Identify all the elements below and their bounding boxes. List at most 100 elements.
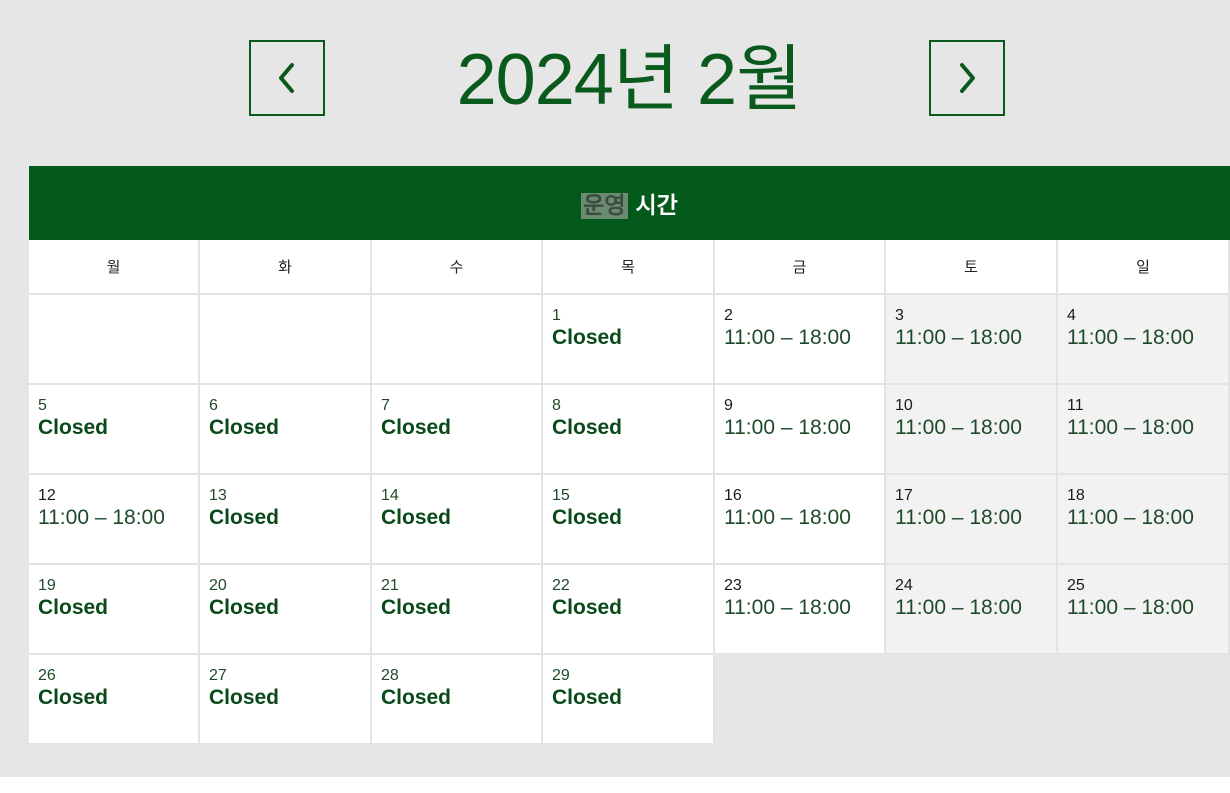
opening-hours: 11:00 – 18:00 <box>1067 416 1194 439</box>
calendar-day-cell[interactable]: 17 11:00 – 18:00 <box>886 475 1058 565</box>
day-number: 13 <box>209 487 227 504</box>
empty-day-cell <box>200 295 372 385</box>
calendar-day-cell[interactable]: 25 11:00 – 18:00 <box>1058 565 1230 655</box>
calendar-day-cell[interactable]: 2 11:00 – 18:00 <box>715 295 886 385</box>
calendar-day-cell[interactable]: 27 Closed <box>200 655 372 745</box>
calendar-day-cell[interactable]: 15 Closed <box>543 475 715 565</box>
empty-day-cell <box>372 295 543 385</box>
empty-day-cell <box>886 655 1058 745</box>
empty-day-cell <box>29 295 200 385</box>
selected-text-highlight: 운영 <box>581 193 628 219</box>
calendar-day-cell[interactable]: 22 Closed <box>543 565 715 655</box>
calendar-day-cell[interactable]: 9 11:00 – 18:00 <box>715 385 886 475</box>
day-number: 20 <box>209 577 227 594</box>
calendar-day-cell[interactable]: 1 Closed <box>543 295 715 385</box>
calendar-day-cell[interactable]: 19 Closed <box>29 565 200 655</box>
calendar-grid: 월화수목금토일 1 Closed 2 11:00 – 18:00 3 11:00 – 18… <box>29 240 1230 745</box>
calendar-week-row: 1 Closed 2 11:00 – 18:00 3 11:00 – 18:00 4 11:0… <box>29 295 1230 385</box>
day-number: 27 <box>209 667 227 684</box>
opening-hours: 11:00 – 18:00 <box>724 596 851 619</box>
weekday-header: 토 <box>886 240 1058 295</box>
calendar-day-cell[interactable]: 12 11:00 – 18:00 <box>29 475 200 565</box>
opening-hours: 11:00 – 18:00 <box>1067 506 1194 529</box>
calendar-day-cell[interactable]: 8 Closed <box>543 385 715 475</box>
operating-hours-title: 운영 시간 <box>581 186 678 220</box>
day-number: 22 <box>552 577 570 594</box>
weekday-header: 수 <box>372 240 543 295</box>
calendar-day-cell[interactable]: 26 Closed <box>29 655 200 745</box>
calendar-day-cell[interactable]: 7 Closed <box>372 385 543 475</box>
day-number: 12 <box>38 487 56 504</box>
day-number: 4 <box>1067 307 1076 324</box>
day-number: 1 <box>552 307 561 324</box>
closed-status: Closed <box>381 686 452 709</box>
calendar-day-cell[interactable]: 24 11:00 – 18:00 <box>886 565 1058 655</box>
opening-hours: 11:00 – 18:00 <box>895 326 1022 349</box>
calendar-day-cell[interactable]: 14 Closed <box>372 475 543 565</box>
day-number: 16 <box>724 487 742 504</box>
weekday-header: 목 <box>543 240 715 295</box>
day-number: 2 <box>724 307 733 324</box>
calendar-day-cell[interactable]: 6 Closed <box>200 385 372 475</box>
closed-status: Closed <box>38 416 109 439</box>
chevron-left-icon <box>279 63 294 93</box>
calendar-day-cell[interactable]: 4 11:00 – 18:00 <box>1058 295 1230 385</box>
calendar-weeks: 1 Closed 2 11:00 – 18:00 3 11:00 – 18:00 4 11:0… <box>29 295 1230 745</box>
calendar-week-row: 5 Closed 6 Closed 7 Closed 8 Closed 9 11:00 – 18:… <box>29 385 1230 475</box>
day-number: 19 <box>38 577 56 594</box>
month-title: 2024년 2월 <box>456 40 803 120</box>
opening-hours: 11:00 – 18:00 <box>1067 326 1194 349</box>
day-number: 17 <box>895 487 913 504</box>
day-number: 23 <box>724 577 742 594</box>
day-number: 5 <box>38 397 47 414</box>
weekday-header: 금 <box>715 240 886 295</box>
day-number: 10 <box>895 397 913 414</box>
next-month-button[interactable] <box>929 40 1005 116</box>
calendar-day-cell[interactable]: 23 11:00 – 18:00 <box>715 565 886 655</box>
calendar-day-cell[interactable]: 28 Closed <box>372 655 543 745</box>
calendar-day-cell[interactable]: 18 11:00 – 18:00 <box>1058 475 1230 565</box>
closed-status: Closed <box>381 416 452 439</box>
opening-hours: 11:00 – 18:00 <box>895 416 1022 439</box>
empty-day-cell <box>1058 655 1230 745</box>
closed-status: Closed <box>552 416 623 439</box>
calendar-day-cell[interactable]: 3 11:00 – 18:00 <box>886 295 1058 385</box>
day-number: 6 <box>209 397 218 414</box>
calendar-day-cell[interactable]: 5 Closed <box>29 385 200 475</box>
opening-hours: 11:00 – 18:00 <box>895 596 1022 619</box>
closed-status: Closed <box>209 686 280 709</box>
day-number: 8 <box>552 397 561 414</box>
calendar-day-cell[interactable]: 13 Closed <box>200 475 372 565</box>
day-number: 26 <box>38 667 56 684</box>
closed-status: Closed <box>209 506 280 529</box>
calendar-week-row: 19 Closed 20 Closed 21 Closed 22 Closed 23 11:00 … <box>29 565 1230 655</box>
calendar-day-cell[interactable]: 10 11:00 – 18:00 <box>886 385 1058 475</box>
closed-status: Closed <box>381 506 452 529</box>
day-number: 29 <box>552 667 570 684</box>
closed-status: Closed <box>209 416 280 439</box>
day-number: 24 <box>895 577 913 594</box>
day-number: 28 <box>381 667 399 684</box>
closed-status: Closed <box>552 506 623 529</box>
opening-hours: 11:00 – 18:00 <box>724 326 851 349</box>
closed-status: Closed <box>38 596 109 619</box>
opening-hours: 11:00 – 18:00 <box>1067 596 1194 619</box>
day-number: 14 <box>381 487 399 504</box>
day-number: 21 <box>381 577 399 594</box>
operating-hours-header: 운영 시간 <box>29 166 1230 240</box>
calendar-day-cell[interactable]: 21 Closed <box>372 565 543 655</box>
weekday-header: 월 <box>29 240 200 295</box>
calendar-day-cell[interactable]: 20 Closed <box>200 565 372 655</box>
day-number: 18 <box>1067 487 1085 504</box>
calendar-day-cell[interactable]: 16 11:00 – 18:00 <box>715 475 886 565</box>
empty-day-cell <box>715 655 886 745</box>
day-number: 15 <box>552 487 570 504</box>
day-number: 25 <box>1067 577 1085 594</box>
weekday-header-row: 월화수목금토일 <box>29 240 1230 295</box>
calendar-day-cell[interactable]: 11 11:00 – 18:00 <box>1058 385 1230 475</box>
closed-status: Closed <box>552 326 623 349</box>
calendar-day-cell[interactable]: 29 Closed <box>543 655 715 745</box>
closed-status: Closed <box>209 596 280 619</box>
previous-month-button[interactable] <box>249 40 325 116</box>
opening-hours: 11:00 – 18:00 <box>724 416 851 439</box>
